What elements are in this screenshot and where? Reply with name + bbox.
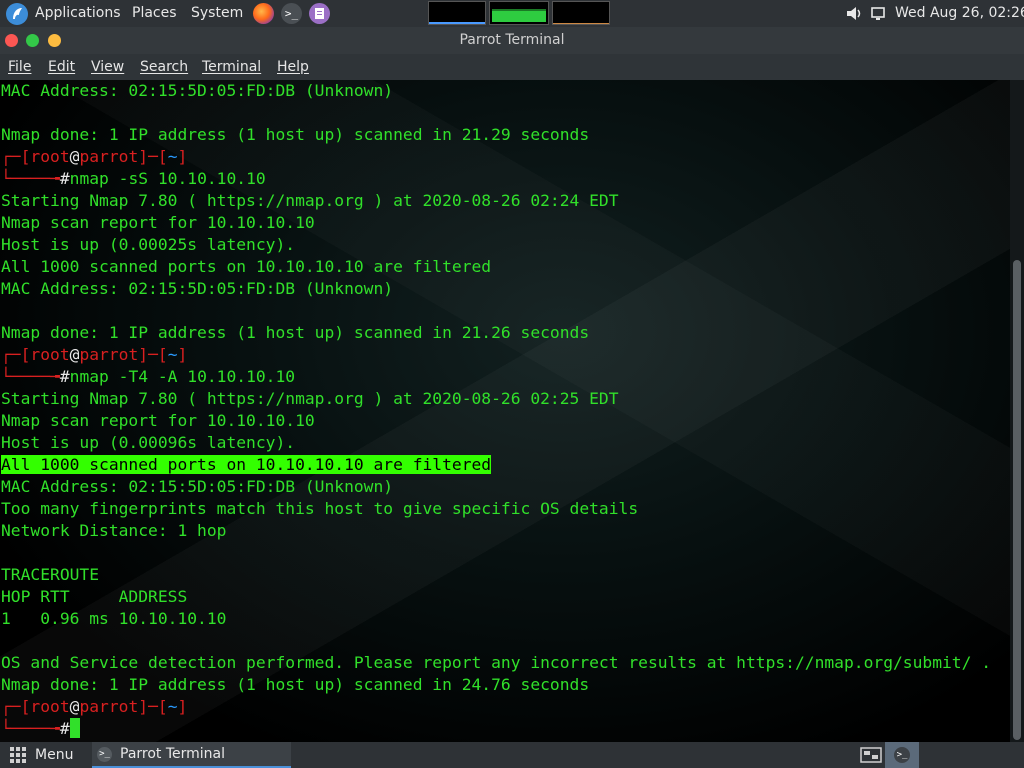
terminal-line: Nmap done: 1 IP address (1 host up) scan… [1, 674, 1010, 696]
places-menu[interactable]: Places [132, 0, 177, 27]
cpu-monitor-graph [428, 1, 486, 25]
menu-button[interactable]: Menu [35, 742, 73, 768]
terminal-line-text: MAC Address: 02:15:5D:05:FD:DB (Unknown) [1, 81, 394, 100]
terminal-line-text: Host is up (0.00096s latency). [1, 433, 296, 452]
terminal-command-text: nmap -sS 10.10.10.10 [69, 169, 266, 188]
terminal-line-text: Starting Nmap 7.80 ( https://nmap.org ) … [1, 191, 619, 210]
terminal-line: 1 0.96 ms 10.10.10.10 [1, 608, 1010, 630]
terminal-line: Nmap scan report for 10.10.10.10 [1, 212, 1010, 234]
terminal-icon[interactable]: >_ [281, 3, 302, 24]
terminal-output[interactable]: MAC Address: 02:15:5D:05:FD:DB (Unknown)… [0, 80, 1024, 742]
top-panel: Applications Places System >_ Wed Aug 26… [0, 0, 1024, 27]
terminal-line-text: Nmap done: 1 IP address (1 host up) scan… [1, 323, 590, 342]
terminal-scrollbar[interactable] [1010, 80, 1024, 742]
terminal-line: TRACEROUTE [1, 564, 1010, 586]
terminal-lines: MAC Address: 02:15:5D:05:FD:DB (Unknown)… [1, 80, 1010, 740]
terminal-prompt-line: ┌─[root@parrot]─[~] [1, 147, 188, 166]
prompt-dir: ~ [167, 697, 178, 716]
terminal-line: All 1000 scanned ports on 10.10.10.10 ar… [1, 256, 1010, 278]
terminal-line-text: Network Distance: 1 hop [1, 521, 227, 540]
terminal-input-line: └────╼# [1, 718, 1010, 740]
terminal-line-text: Starting Nmap 7.80 ( https://nmap.org ) … [1, 389, 619, 408]
terminal-command-line: └────╼#nmap -T4 -A 10.10.10.10 [1, 367, 296, 386]
terminal-line-text: Nmap done: 1 IP address (1 host up) scan… [1, 675, 590, 694]
taskbar-item-parrot-terminal[interactable]: >_ Parrot Terminal [92, 742, 291, 768]
menu-edit[interactable]: Edit [48, 54, 75, 80]
terminal-prompt-line: ┌─[root@parrot]─[~] [1, 345, 188, 364]
terminal-line-text: 1 0.96 ms 10.10.10.10 [1, 609, 227, 628]
window-titlebar[interactable]: Parrot Terminal [0, 27, 1024, 54]
prompt-host: parrot [79, 147, 139, 166]
menu-file[interactable]: File [8, 54, 31, 80]
clock[interactable]: Wed Aug 26, 02:26 [895, 0, 1024, 27]
terminal-line-text: All 1000 scanned ports on 10.10.10.10 ar… [1, 257, 492, 276]
show-desktop-terminal-icon[interactable]: >_ [885, 742, 919, 768]
terminal-line-text: HOP RTT ADDRESS [1, 587, 188, 606]
terminal-command-line: └────╼#nmap -sS 10.10.10.10 [1, 169, 266, 188]
terminal-line: Starting Nmap 7.80 ( https://nmap.org ) … [1, 190, 1010, 212]
scrollbar-thumb[interactable] [1013, 260, 1021, 740]
menu-view[interactable]: View [91, 54, 124, 80]
terminal-line-text: Nmap scan report for 10.10.10.10 [1, 411, 315, 430]
menu-search[interactable]: Search [140, 54, 188, 80]
prompt-host: parrot [79, 345, 139, 364]
text-editor-icon[interactable] [309, 3, 330, 24]
bottom-panel: Menu >_ Parrot Terminal >_ [0, 742, 1024, 768]
volume-icon[interactable] [846, 0, 862, 27]
terminal-line-text: MAC Address: 02:15:5D:05:FD:DB (Unknown) [1, 279, 394, 298]
menu-grid-icon[interactable] [10, 747, 26, 767]
terminal-line: Starting Nmap 7.80 ( https://nmap.org ) … [1, 388, 1010, 410]
network-monitor-graph [552, 1, 610, 25]
prompt-dir: ~ [167, 345, 178, 364]
taskbar-item-label: Parrot Terminal [120, 746, 226, 762]
terminal-line: MAC Address: 02:15:5D:05:FD:DB (Unknown) [1, 80, 1010, 102]
terminal-line: Host is up (0.00096s latency). [1, 432, 1010, 454]
terminal-line: HOP RTT ADDRESS [1, 586, 1010, 608]
terminal-command-text: nmap -T4 -A 10.10.10.10 [69, 367, 296, 386]
terminal-line-text: MAC Address: 02:15:5D:05:FD:DB (Unknown) [1, 477, 394, 496]
terminal-line: MAC Address: 02:15:5D:05:FD:DB (Unknown) [1, 476, 1010, 498]
terminal-prompt-line: ┌─[root@parrot]─[~] [1, 697, 188, 716]
terminal-cursor[interactable] [69, 718, 80, 738]
applications-label: Applications [35, 5, 121, 21]
memory-monitor-graph [489, 1, 549, 25]
terminal-line-text: Too many fingerprints match this host to… [1, 499, 639, 518]
window-title: Parrot Terminal [459, 32, 565, 48]
terminal-task-icon: >_ [97, 747, 112, 762]
prompt-user: root [30, 147, 70, 166]
terminal-line: Nmap scan report for 10.10.10.10 [1, 410, 1010, 432]
terminal-line: Nmap done: 1 IP address (1 host up) scan… [1, 322, 1010, 344]
display-icon[interactable] [870, 0, 886, 27]
terminal-line: Network Distance: 1 hop [1, 520, 1010, 542]
prompt-host: parrot [79, 697, 139, 716]
menu-help[interactable]: Help [277, 54, 309, 80]
terminal-line: Too many fingerprints match this host to… [1, 498, 1010, 520]
terminal-line-text: OS and Service detection performed. Plea… [1, 653, 992, 672]
firefox-icon[interactable] [253, 3, 274, 24]
prompt-dir: ~ [167, 147, 178, 166]
menubar: File Edit View Search Terminal Help [0, 54, 1024, 80]
parrot-logo-icon [6, 3, 28, 25]
terminal-line: Nmap done: 1 IP address (1 host up) scan… [1, 124, 1010, 146]
terminal-line: MAC Address: 02:15:5D:05:FD:DB (Unknown) [1, 278, 1010, 300]
prompt-user: root [30, 697, 70, 716]
menu-terminal[interactable]: Terminal [202, 54, 261, 80]
workspace-icon[interactable] [860, 746, 882, 768]
system-menu[interactable]: System [191, 0, 243, 27]
terminal-line: OS and Service detection performed. Plea… [1, 652, 1010, 674]
terminal-line-text: Nmap done: 1 IP address (1 host up) scan… [1, 125, 590, 144]
terminal-selected-line: All 1000 scanned ports on 10.10.10.10 ar… [1, 454, 1010, 476]
terminal-line-text: Nmap scan report for 10.10.10.10 [1, 213, 315, 232]
terminal-line: Host is up (0.00025s latency). [1, 234, 1010, 256]
terminal-line-text: TRACEROUTE [1, 565, 100, 584]
prompt-user: root [30, 345, 70, 364]
terminal-line-text: All 1000 scanned ports on 10.10.10.10 ar… [1, 455, 492, 474]
terminal-line-text: Host is up (0.00025s latency). [1, 235, 296, 254]
